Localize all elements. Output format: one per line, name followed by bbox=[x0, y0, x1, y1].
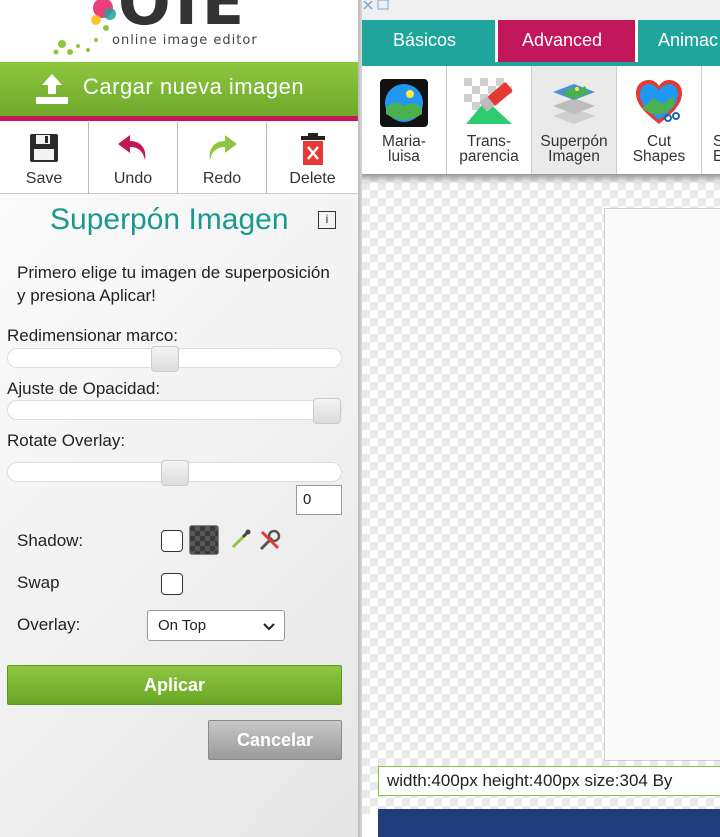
main-toolbar: Save Undo Redo Delete bbox=[0, 122, 358, 194]
shadow-label: Shadow: bbox=[17, 531, 84, 550]
rotate-overlay-slider[interactable] bbox=[7, 460, 342, 486]
top-strip bbox=[362, 0, 720, 20]
info-icon[interactable]: i bbox=[318, 211, 336, 229]
resize-frame-slider[interactable] bbox=[7, 346, 342, 372]
logo-splash-icon bbox=[53, 0, 116, 55]
swap-checkbox[interactable] bbox=[161, 573, 183, 595]
tool-marialuisa[interactable]: Maria-luisa bbox=[362, 66, 447, 174]
swap-label: Swap bbox=[17, 573, 60, 592]
image-preview-frame[interactable] bbox=[604, 208, 720, 761]
upload-label: Cargar nueva imagen bbox=[83, 74, 305, 99]
landscape-frame-icon bbox=[380, 79, 428, 127]
bottom-ad-banner[interactable] bbox=[378, 809, 720, 837]
cancel-button[interactable]: Cancelar bbox=[208, 720, 342, 760]
advanced-tools-row: Maria-luisa Trans-parencia Superpón Imag… bbox=[362, 66, 720, 174]
logo-tagline: online image editor bbox=[112, 33, 258, 48]
instructions-text: Primero elige tu imagen de superposición… bbox=[17, 263, 330, 305]
overlay-selected-value: On Top bbox=[158, 617, 207, 634]
tool-label-line2: luisa bbox=[388, 148, 420, 165]
redo-arrow-icon bbox=[209, 135, 237, 160]
tool-superpon-imagen[interactable]: Superpón Imagen bbox=[532, 66, 617, 174]
shadow-color-swatch[interactable] bbox=[189, 525, 219, 555]
rotate-value-input[interactable]: 0 bbox=[296, 485, 342, 515]
upload-divider bbox=[0, 116, 358, 121]
tab-advanced[interactable]: Advanced bbox=[498, 20, 635, 62]
redo-label: Redo bbox=[202, 170, 242, 187]
upload-new-image-button[interactable]: Cargar nueva imagen bbox=[0, 62, 358, 116]
overlay-select[interactable]: On Top bbox=[147, 610, 285, 641]
undo-button[interactable]: Undo bbox=[89, 122, 178, 194]
tab-basicos[interactable]: Básicos bbox=[362, 20, 495, 62]
save-label: Save bbox=[25, 170, 63, 187]
floppy-disk-icon bbox=[30, 134, 58, 162]
shadow-settings-icon[interactable] bbox=[258, 528, 282, 552]
tool-partial[interactable]: SE bbox=[702, 66, 720, 174]
chevron-down-icon bbox=[263, 623, 275, 631]
save-button[interactable]: Save bbox=[0, 122, 89, 194]
logo-area: OIE online image editor bbox=[0, 0, 358, 62]
workspace: Básicos Advanced Animac Maria-luisa Tran… bbox=[362, 0, 720, 837]
apply-button[interactable]: Aplicar bbox=[7, 665, 342, 705]
overlay-label: Overlay: bbox=[17, 615, 81, 634]
redo-button[interactable]: Redo bbox=[178, 122, 267, 194]
opacity-slider[interactable] bbox=[7, 398, 342, 424]
upload-icon bbox=[36, 74, 68, 104]
opacity-label: Ajuste de Opacidad: bbox=[7, 379, 161, 398]
category-tabs: Básicos Advanced Animac bbox=[362, 20, 720, 62]
slider-handle[interactable] bbox=[151, 346, 179, 372]
undo-label: Undo bbox=[113, 170, 153, 187]
editor-panel: OIE online image editor Cargar nueva ima… bbox=[0, 0, 358, 837]
page-title: Superpón Imagen bbox=[50, 203, 289, 236]
tab-animacion[interactable]: Animac bbox=[638, 20, 720, 62]
ad-close-icon[interactable] bbox=[362, 0, 392, 10]
layers-icon bbox=[553, 84, 595, 124]
slider-handle[interactable] bbox=[161, 460, 189, 486]
image-info-bar: width:400px height:400px size:304 By bbox=[378, 766, 720, 796]
tool-label-line2: Shapes bbox=[632, 148, 686, 165]
eraser-icon bbox=[464, 78, 514, 128]
shadow-checkbox[interactable] bbox=[161, 530, 183, 552]
heart-scissors-icon bbox=[636, 80, 682, 124]
eyedropper-icon[interactable] bbox=[230, 528, 252, 550]
trash-icon bbox=[300, 133, 325, 165]
canvas-shadow bbox=[362, 174, 720, 184]
tool-cut-shapes[interactable]: Cut Shapes bbox=[617, 66, 702, 174]
slider-handle[interactable] bbox=[313, 398, 341, 424]
resize-frame-label: Redimensionar marco: bbox=[7, 326, 179, 345]
delete-button[interactable]: Delete bbox=[267, 122, 358, 194]
undo-arrow-icon bbox=[118, 135, 146, 160]
rotate-overlay-label: Rotate Overlay: bbox=[7, 431, 126, 450]
tool-transparencia[interactable]: Trans-parencia bbox=[447, 66, 532, 174]
tool-label-line2: parencia bbox=[459, 148, 519, 165]
delete-label: Delete bbox=[289, 170, 336, 187]
tool-label-line2: Imagen bbox=[548, 148, 600, 165]
tool-label-line2: E bbox=[713, 148, 720, 165]
